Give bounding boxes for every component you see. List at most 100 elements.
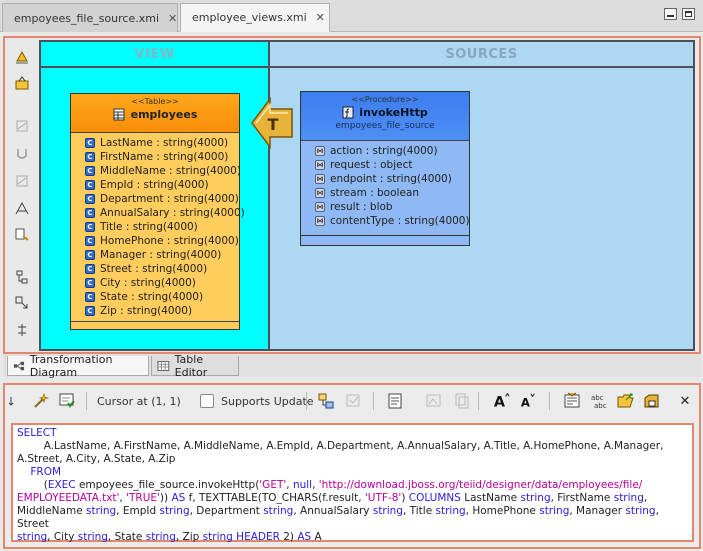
table-column-row[interactable]: C MiddleName : string(4000): [71, 164, 241, 178]
column-icon: C: [85, 264, 95, 274]
expand-arrow-icon[interactable]: [3, 392, 21, 410]
column-icon: C: [85, 180, 95, 190]
column-label: Manager : string(4000): [100, 249, 222, 261]
sql-keyword: string: [263, 505, 294, 517]
sql-line: FROM: [17, 466, 687, 479]
table-column-row[interactable]: C LastName : string(4000): [71, 136, 239, 150]
sql-string: 'GET': [259, 479, 287, 491]
table-column-row[interactable]: C FirstName : string(4000): [71, 150, 239, 164]
open-folder-icon[interactable]: [617, 392, 635, 410]
column-label: LastName : string(4000): [100, 137, 229, 149]
table-column-row[interactable]: C AnnualSalary : string(4000): [71, 206, 245, 220]
report-icon[interactable]: [386, 392, 404, 410]
increase-font-icon[interactable]: A: [493, 391, 511, 410]
parameter-icon: ⋈: [315, 174, 325, 184]
save-sql-icon[interactable]: [643, 392, 661, 410]
table-column-row[interactable]: C City : string(4000): [71, 276, 239, 290]
tab-employee-views[interactable]: employee_views.xmi ✕: [180, 3, 330, 32]
sql-line: SELECT: [17, 427, 687, 440]
table-column-row[interactable]: C Department : string(4000): [71, 192, 239, 206]
sql-keyword: COLUMNS: [408, 492, 461, 504]
sql-keyword: string: [613, 492, 644, 504]
view-header: VIEW: [41, 42, 268, 68]
table-columns: C LastName : string(4000) C FirstName : str…: [71, 133, 245, 321]
procedure-param-row[interactable]: ⋈ result : blob: [301, 200, 469, 214]
tab-empoyees-file-source[interactable]: empoyees_file_source.xmi ✕: [2, 3, 178, 32]
sql-text: ): [401, 492, 409, 504]
procedure-param-row[interactable]: ⋈ endpoint : string(4000): [301, 172, 469, 186]
toolbar-separator: [478, 392, 479, 410]
arrange-icon[interactable]: [14, 49, 30, 65]
column-icon: C: [85, 166, 95, 176]
procedure-param-row[interactable]: ⋈ contentType : string(4000): [301, 214, 470, 228]
minimize-button[interactable]: [664, 8, 677, 20]
disabled-image-icon: [425, 392, 443, 410]
close-icon[interactable]: ✕: [316, 11, 325, 24]
sql-string: 'UTF-8': [364, 492, 402, 504]
validate-icon[interactable]: [58, 392, 76, 410]
table-column-row[interactable]: C State : string(4000): [71, 290, 239, 304]
maximize-button[interactable]: [682, 8, 695, 20]
sql-keyword: string: [77, 531, 108, 543]
parameter-label: stream : boolean: [330, 187, 419, 199]
sql-keyword: null: [292, 479, 313, 491]
close-icon[interactable]: ✕: [168, 12, 177, 25]
layout-icon[interactable]: [14, 200, 30, 216]
criteria-icon[interactable]: [14, 227, 30, 243]
sql-line: A.LastName, A.FirstName, A.MiddleName, A…: [17, 440, 687, 453]
sql-keyword: SELECT: [17, 427, 57, 439]
sql-keyword: string: [86, 505, 117, 517]
toolbar-separator: [549, 392, 550, 410]
employees-table-node[interactable]: <<Table>> employees C LastName : string(4…: [70, 93, 245, 330]
supports-update-checkbox[interactable]: [200, 394, 214, 408]
table-column-row[interactable]: C Manager : string(4000): [71, 248, 239, 262]
parameter-label: result : blob: [330, 201, 393, 213]
sql-text: A.LastName, A.FirstName, A.MiddleName, A…: [17, 440, 664, 452]
table-column-row[interactable]: C Zip : string(4000): [71, 304, 239, 318]
diagram-tab-bar: Transformation Diagram Table Editor: [3, 353, 701, 379]
column-icon: C: [85, 222, 95, 232]
find-replace-icon[interactable]: abc abc: [590, 392, 608, 410]
table-column-row[interactable]: C HomePhone : string(4000): [71, 234, 239, 248]
parameter-label: action : string(4000): [330, 145, 438, 157]
sql-text: ,: [643, 492, 648, 504]
svg-text:abc: abc: [594, 402, 607, 410]
disabled-criteria-icon: [345, 392, 363, 410]
sql-text: , Zip: [175, 531, 203, 543]
up-package-icon[interactable]: [14, 75, 30, 91]
invokehttp-procedure-node[interactable]: <<Procedure>> invokeHttp empoyees_file_s…: [300, 91, 470, 246]
reconcile-icon[interactable]: [317, 392, 335, 410]
close-sql-editor-icon[interactable]: ✕: [676, 392, 694, 410]
table-column-row[interactable]: C Street : string(4000): [71, 262, 239, 276]
sql-query[interactable]: SELECT A.LastName, A.FirstName, A.Middle…: [17, 427, 687, 544]
tab-table-editor[interactable]: Table Editor: [151, 353, 239, 379]
parameter-label: contentType : string(4000): [330, 215, 470, 227]
toolbar-separator: [373, 392, 374, 410]
sql-text: A: [311, 531, 322, 543]
decrease-font-icon[interactable]: A: [520, 391, 538, 409]
procedure-param-row[interactable]: ⋈ request : object: [301, 158, 469, 172]
tree-layout-icon[interactable]: [14, 269, 30, 285]
procedure-param-row[interactable]: ⋈ stream : boolean: [301, 186, 469, 200]
sql-keyword: string: [202, 531, 233, 543]
column-label: Zip : string(4000): [100, 305, 193, 317]
column-label: Street : string(4000): [100, 263, 208, 275]
sql-text: LastName: [460, 492, 521, 504]
sql-text: )): [159, 492, 172, 504]
sql-line: A.Street, A.City, A.State, A.Zip: [17, 453, 687, 466]
import-sql-icon[interactable]: [563, 392, 581, 410]
join-icon[interactable]: [14, 295, 30, 311]
parameter-icon: ⋈: [315, 202, 325, 212]
table-column-row[interactable]: C Title : string(4000): [71, 220, 239, 234]
tab-transformation-diagram[interactable]: Transformation Diagram: [7, 353, 149, 379]
table-icon: [113, 108, 125, 121]
sql-keyword: string: [520, 492, 551, 504]
transformation-t-icon[interactable]: T: [250, 97, 294, 149]
align-icon[interactable]: [14, 322, 30, 338]
table-column-row[interactable]: C EmpId : string(4000): [71, 178, 239, 192]
transform-symbol: T: [268, 115, 279, 134]
procedure-param-row[interactable]: ⋈ action : string(4000): [301, 144, 469, 158]
sql-text: , City: [47, 531, 78, 543]
column-label: Department : string(4000): [100, 193, 239, 205]
wand-icon[interactable]: [32, 392, 50, 410]
